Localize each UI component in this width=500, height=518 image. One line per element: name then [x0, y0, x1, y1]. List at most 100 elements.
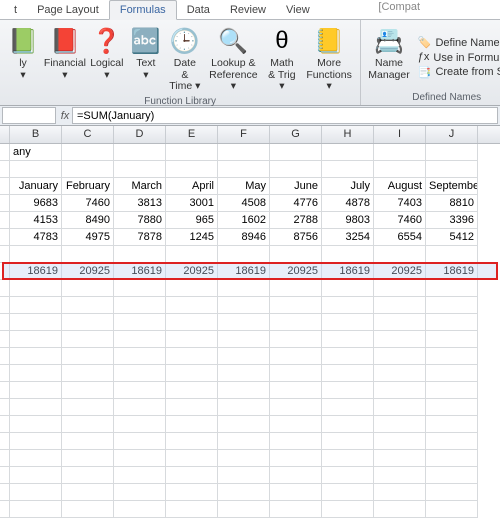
cell[interactable] [114, 314, 166, 331]
cell[interactable] [218, 348, 270, 365]
date-time-button[interactable]: 🕒Date &Time ▾ [166, 23, 204, 95]
cell[interactable] [270, 314, 322, 331]
cell[interactable] [62, 450, 114, 467]
cell[interactable] [10, 348, 62, 365]
cell[interactable] [426, 246, 478, 263]
cell[interactable] [270, 382, 322, 399]
cell[interactable] [374, 501, 426, 518]
cell[interactable] [10, 331, 62, 348]
cell[interactable] [270, 331, 322, 348]
cell[interactable] [270, 161, 322, 178]
cell[interactable]: 4975 [62, 229, 114, 246]
cell[interactable] [426, 382, 478, 399]
cell[interactable]: 2788 [270, 212, 322, 229]
cell[interactable]: January [10, 178, 62, 195]
cell[interactable] [114, 348, 166, 365]
cell[interactable] [218, 297, 270, 314]
col-head-B[interactable]: B [10, 126, 62, 143]
col-head-I[interactable]: I [374, 126, 426, 143]
math-trig-button[interactable]: θMath& Trig ▾ [263, 23, 301, 95]
cell[interactable]: 8946 [218, 229, 270, 246]
cell[interactable] [270, 450, 322, 467]
logical-button[interactable]: ❓Logical▾ [88, 23, 126, 95]
cell[interactable] [166, 450, 218, 467]
cell[interactable] [166, 467, 218, 484]
cell[interactable] [322, 280, 374, 297]
cell[interactable] [166, 382, 218, 399]
cell[interactable] [10, 280, 62, 297]
cell[interactable]: 20925 [62, 263, 114, 280]
cell[interactable] [62, 484, 114, 501]
cell[interactable] [322, 365, 374, 382]
grid-area[interactable]: anyJanuaryFebruaryMarchAprilMayJuneJulyA… [0, 144, 500, 518]
cell[interactable] [166, 365, 218, 382]
cell[interactable] [166, 161, 218, 178]
cell[interactable]: 4153 [10, 212, 62, 229]
cell[interactable] [270, 280, 322, 297]
cell[interactable] [374, 399, 426, 416]
cell[interactable] [218, 501, 270, 518]
cell[interactable] [218, 416, 270, 433]
cell[interactable] [114, 280, 166, 297]
cell[interactable] [114, 331, 166, 348]
cell[interactable] [218, 314, 270, 331]
cell[interactable] [62, 348, 114, 365]
cell[interactable] [166, 144, 218, 161]
lookup-reference-button[interactable]: 🔍Lookup &Reference ▾ [205, 23, 262, 95]
tab-t[interactable]: t [4, 1, 27, 19]
cell[interactable] [166, 484, 218, 501]
cell[interactable]: 7460 [62, 195, 114, 212]
cell[interactable] [270, 348, 322, 365]
cell[interactable] [62, 382, 114, 399]
cell[interactable] [10, 382, 62, 399]
cell[interactable]: August [374, 178, 426, 195]
cell[interactable] [426, 144, 478, 161]
cell[interactable] [374, 450, 426, 467]
cell[interactable] [218, 450, 270, 467]
cell[interactable] [114, 467, 166, 484]
cell[interactable] [166, 297, 218, 314]
cell[interactable] [426, 314, 478, 331]
cell[interactable] [62, 144, 114, 161]
cell[interactable]: 8490 [62, 212, 114, 229]
cell[interactable]: 18619 [322, 263, 374, 280]
cell[interactable] [114, 161, 166, 178]
cell[interactable] [426, 280, 478, 297]
cell[interactable] [374, 280, 426, 297]
cell[interactable] [114, 484, 166, 501]
cell[interactable] [426, 365, 478, 382]
cell[interactable] [218, 161, 270, 178]
cell[interactable] [426, 416, 478, 433]
cell[interactable] [218, 382, 270, 399]
cell[interactable] [62, 161, 114, 178]
cell[interactable] [322, 416, 374, 433]
cell[interactable] [322, 246, 374, 263]
cell[interactable] [10, 297, 62, 314]
cell[interactable] [322, 348, 374, 365]
tab-data[interactable]: Data [177, 1, 220, 19]
create-from-selection[interactable]: 📑Create from Selec [418, 66, 500, 79]
cell[interactable] [114, 144, 166, 161]
cell[interactable] [270, 144, 322, 161]
cell[interactable] [426, 331, 478, 348]
cell[interactable] [10, 416, 62, 433]
cell[interactable] [322, 433, 374, 450]
col-head-D[interactable]: D [114, 126, 166, 143]
cell[interactable]: 7403 [374, 195, 426, 212]
more-functions-button[interactable]: 📒MoreFunctions ▾ [302, 23, 356, 95]
cell[interactable] [374, 331, 426, 348]
cell[interactable]: 20925 [166, 263, 218, 280]
cell[interactable] [374, 382, 426, 399]
cell[interactable] [218, 433, 270, 450]
cell[interactable] [218, 399, 270, 416]
cell[interactable] [114, 382, 166, 399]
cell[interactable]: July [322, 178, 374, 195]
cell[interactable] [374, 246, 426, 263]
cell[interactable] [166, 331, 218, 348]
cell[interactable]: 3396 [426, 212, 478, 229]
cell[interactable] [166, 314, 218, 331]
column-headers[interactable]: BCDEFGHIJ [0, 126, 500, 144]
cell[interactable] [426, 433, 478, 450]
cell[interactable] [270, 416, 322, 433]
cell[interactable]: 4878 [322, 195, 374, 212]
